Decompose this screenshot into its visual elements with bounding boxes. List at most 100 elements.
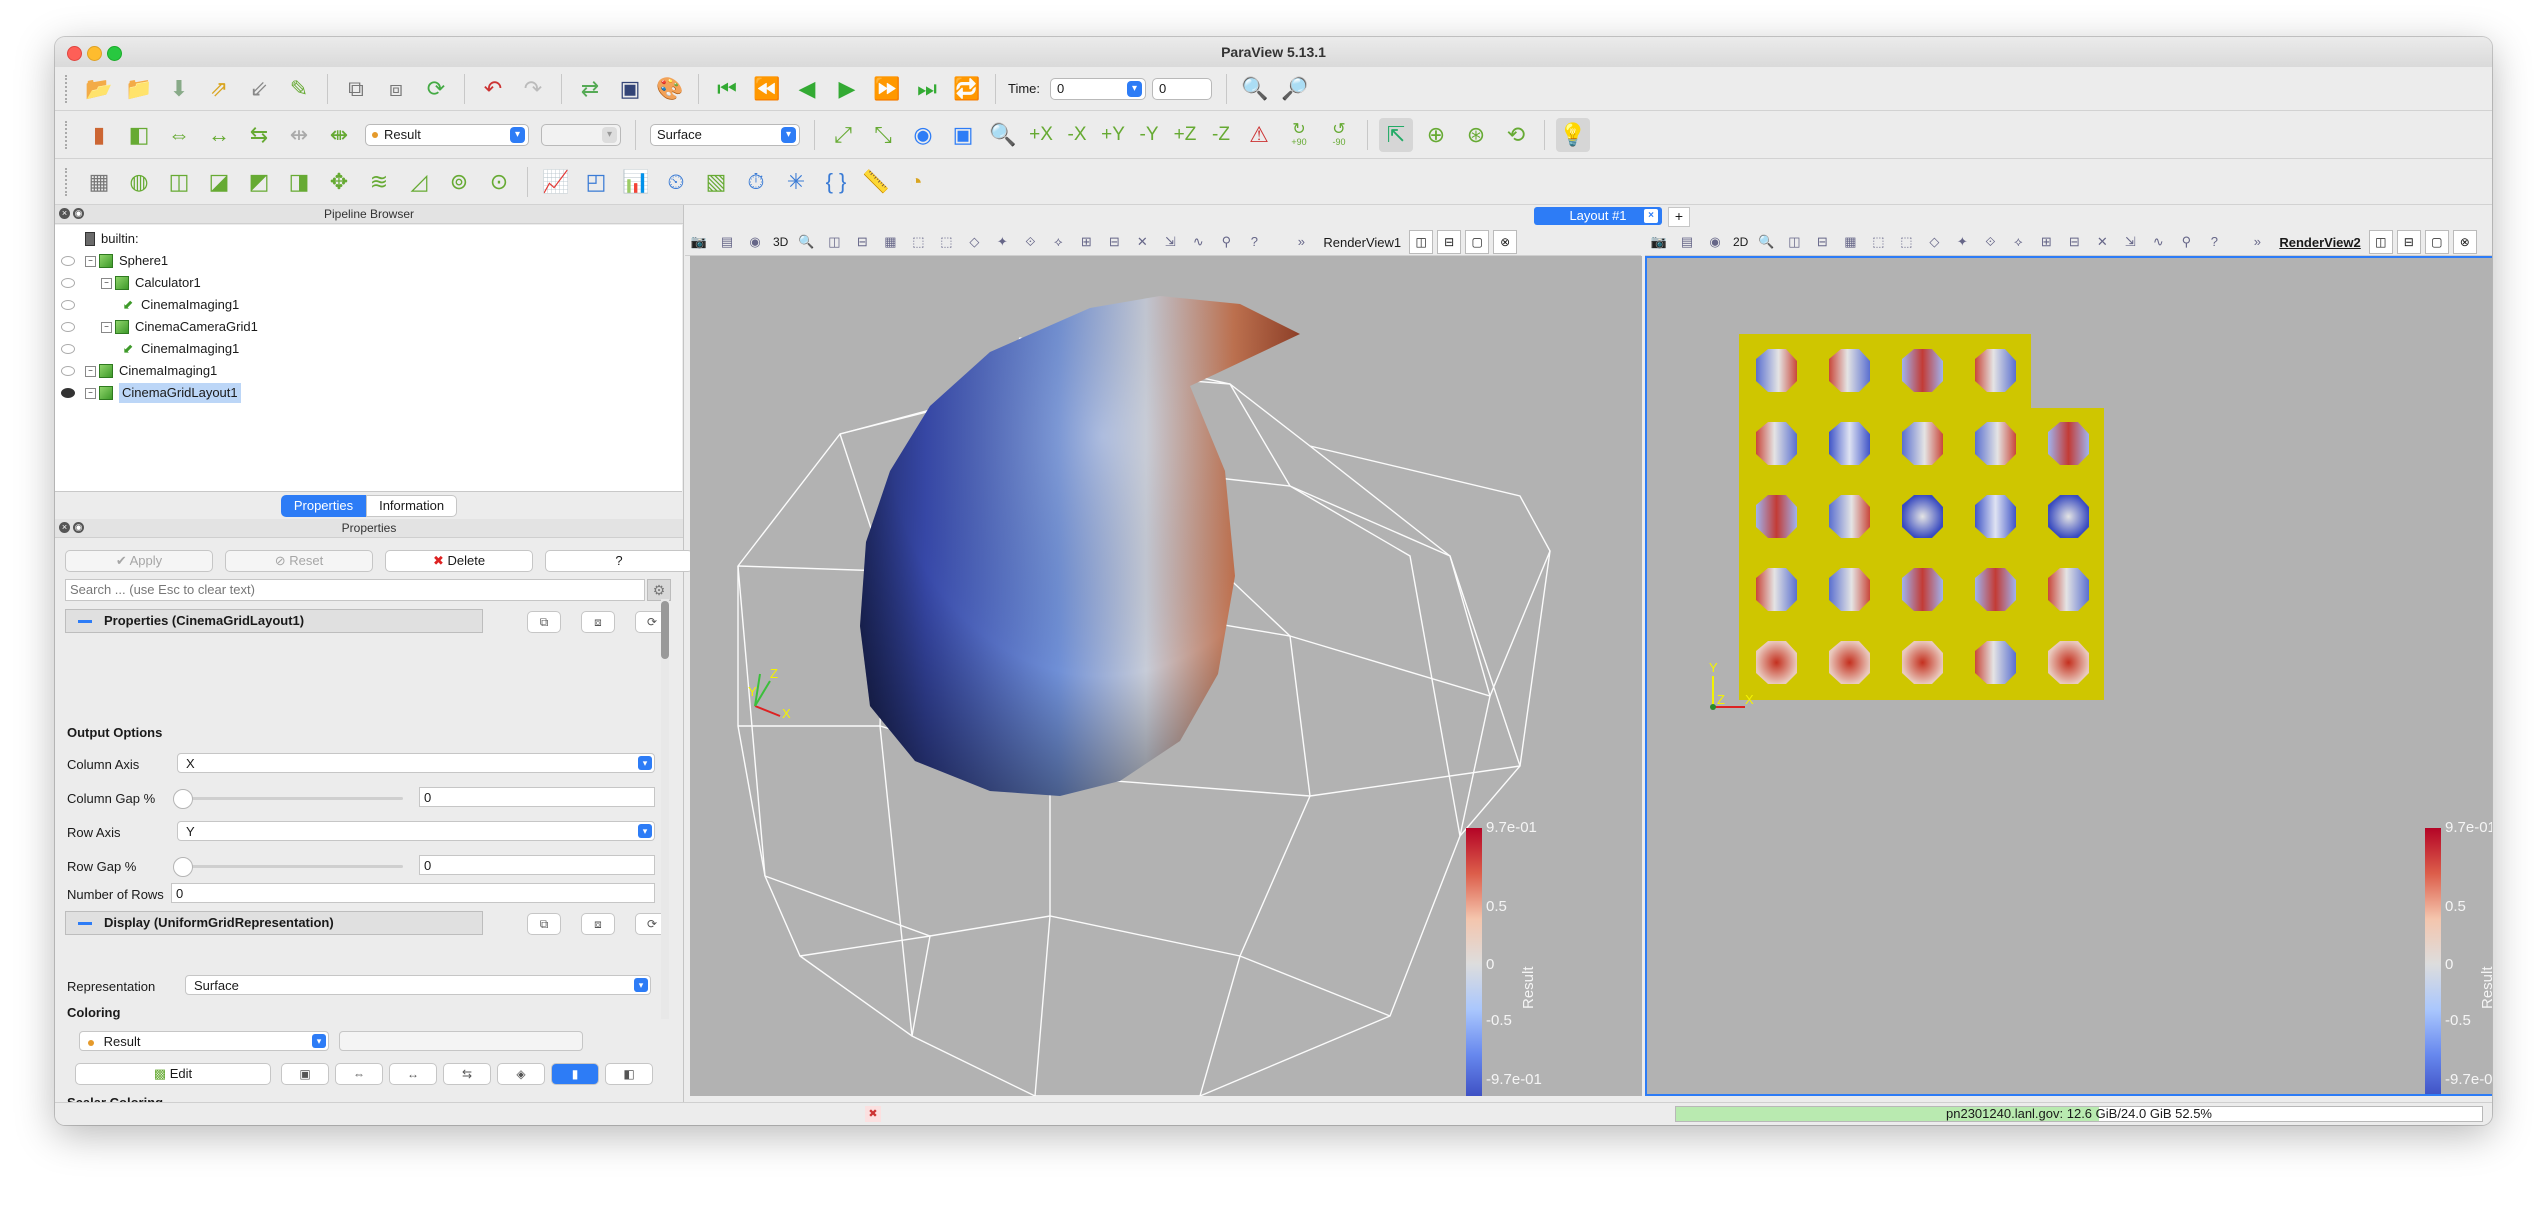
- eye-icon[interactable]: [61, 344, 75, 354]
- reset-session-icon[interactable]: ⟳: [419, 72, 453, 106]
- row-gap-slider-handle[interactable]: [173, 857, 193, 877]
- reset-button[interactable]: ⊘ Reset: [225, 550, 373, 572]
- output-messages-icon[interactable]: ✖: [865, 1106, 881, 1122]
- zoom-icon[interactable]: 🔍: [1757, 233, 1775, 251]
- rescale-data-icon[interactable]: ⇔: [335, 1063, 383, 1085]
- paste-display-icon[interactable]: ⧈: [581, 913, 615, 935]
- tab-information[interactable]: Information: [366, 495, 458, 517]
- previous-frame-icon[interactable]: ⏪: [750, 72, 784, 106]
- delete-button[interactable]: ✖ Delete: [385, 550, 533, 572]
- histogram-icon[interactable]: 📊: [619, 165, 653, 199]
- calculator-icon[interactable]: ▦: [82, 165, 116, 199]
- tab-properties[interactable]: Properties: [280, 495, 367, 517]
- time-index-spinbox[interactable]: 0: [1152, 77, 1213, 100]
- column-axis-combo[interactable]: X ▾: [177, 753, 655, 773]
- collapse-icon[interactable]: −: [85, 387, 96, 399]
- number-of-rows-input[interactable]: 0: [171, 883, 655, 903]
- glyph-icon[interactable]: ✥: [322, 165, 356, 199]
- hover-cells-icon[interactable]: ⟡: [2009, 233, 2027, 251]
- help-button[interactable]: ?: [545, 550, 693, 572]
- hover-points-icon[interactable]: ⟐: [1021, 233, 1039, 251]
- component-combo[interactable]: ▾: [541, 123, 621, 146]
- split-vertical-icon[interactable]: ⊟: [2396, 230, 2421, 254]
- eye-icon[interactable]: [61, 256, 75, 266]
- paste-props-icon[interactable]: ⧈: [581, 611, 615, 633]
- disconnect-icon[interactable]: ⇙: [242, 72, 276, 106]
- show-legend-icon[interactable]: ▮: [551, 1063, 599, 1085]
- column-gap-input[interactable]: 0: [419, 787, 655, 807]
- zoom-icon[interactable]: 🔍: [797, 233, 815, 251]
- shrink-selection-icon[interactable]: ⊟: [1105, 233, 1123, 251]
- apply-button[interactable]: ✔ Apply: [65, 550, 213, 572]
- find-data-icon[interactable]: ⚲: [2177, 233, 2195, 251]
- select-points-icon[interactable]: ⊟: [1813, 233, 1831, 251]
- split-horizontal-icon[interactable]: ◫: [1409, 230, 1434, 254]
- extract-selection-icon[interactable]: ⇲: [1161, 233, 1179, 251]
- tree-item-builtin[interactable]: builtin:: [85, 229, 139, 249]
- save-data-icon[interactable]: ⬇: [162, 72, 196, 106]
- color-by-combo[interactable]: Result ▾: [365, 123, 529, 146]
- clip-icon[interactable]: ◫: [162, 165, 196, 199]
- rotate-minus-90-icon[interactable]: ↺ -90: [1322, 118, 1356, 152]
- loop-icon[interactable]: 🔁: [950, 72, 984, 106]
- collapse-icon[interactable]: −: [85, 365, 96, 377]
- find-data-icon[interactable]: ⚲: [1217, 233, 1235, 251]
- annotate-icon[interactable]: { }: [819, 165, 853, 199]
- contour-icon[interactable]: ◍: [122, 165, 156, 199]
- group-datasets-icon[interactable]: ⊚: [442, 165, 476, 199]
- view-minus-z-icon[interactable]: -Z: [1206, 118, 1236, 152]
- grow-selection-icon[interactable]: ⊞: [2037, 233, 2055, 251]
- view-minus-y-icon[interactable]: -Y: [1134, 118, 1164, 152]
- view-mode-toggle[interactable]: 3D: [773, 235, 788, 249]
- hover-cells-icon[interactable]: ⟡: [1049, 233, 1067, 251]
- pick-center-icon[interactable]: ⊛: [1459, 118, 1493, 152]
- connect-icon[interactable]: ⇗: [202, 72, 236, 106]
- view-plus-y-icon[interactable]: +Y: [1098, 118, 1128, 152]
- save-state-icon[interactable]: ⧉: [339, 72, 373, 106]
- collapse-icon[interactable]: −: [85, 255, 96, 267]
- gear-icon[interactable]: ⚙: [647, 579, 671, 601]
- representation-prop-combo[interactable]: Surface ▾: [185, 975, 651, 995]
- split-horizontal-icon[interactable]: ◫: [2368, 230, 2393, 254]
- extract-selection-icon[interactable]: ⇲: [2121, 233, 2139, 251]
- tab-layout-1[interactable]: Layout #1 ×: [1534, 207, 1662, 225]
- show-center-icon[interactable]: ⇱: [1379, 117, 1413, 152]
- close-icon[interactable]: ×: [59, 522, 70, 533]
- reset-camera-closest-icon[interactable]: ⤡: [866, 118, 900, 152]
- ruler-icon[interactable]: 📏: [859, 165, 893, 199]
- toolbar-grip[interactable]: [65, 74, 71, 103]
- query-icon[interactable]: ?: [2205, 233, 2223, 251]
- light-kit-icon[interactable]: 💡: [1556, 117, 1590, 152]
- zoom-box-icon[interactable]: ▣: [946, 118, 980, 152]
- maximize-icon[interactable]: ▢: [1465, 230, 1490, 254]
- redo-icon[interactable]: ↷: [516, 72, 550, 106]
- coloring-combo[interactable]: Result ▾: [79, 1031, 329, 1051]
- properties-section-header[interactable]: Properties (CinemaGridLayout1): [65, 609, 483, 633]
- edit-color-map-icon[interactable]: ◧: [122, 118, 156, 152]
- tree-item-cinemagridlayout1[interactable]: − CinemaGridLayout1: [61, 383, 241, 403]
- eye-icon[interactable]: [61, 300, 75, 310]
- rescale-visible-icon[interactable]: ⇹: [282, 118, 316, 152]
- view-minus-x-icon[interactable]: -X: [1062, 118, 1092, 152]
- memory-inspector[interactable]: pn2301240.lanl.gov: 12.6 GiB/24.0 GiB 52…: [1675, 1106, 2483, 1122]
- column-gap-slider-handle[interactable]: [173, 789, 193, 809]
- column-gap-slider[interactable]: [181, 797, 403, 800]
- plot-selection-icon[interactable]: ◰: [579, 165, 613, 199]
- view-plus-x-icon[interactable]: +X: [1026, 118, 1056, 152]
- change-input-icon[interactable]: ⇄: [573, 72, 607, 106]
- extract-subset-icon[interactable]: ◨: [282, 165, 316, 199]
- clear-selection-icon[interactable]: ✕: [2093, 233, 2111, 251]
- row-gap-slider[interactable]: [181, 865, 403, 868]
- time-value-combo[interactable]: 0 ▾: [1050, 77, 1147, 100]
- interactive-select-icon[interactable]: ✦: [993, 233, 1011, 251]
- view2-name[interactable]: RenderView2: [2279, 235, 2360, 250]
- render-view-2[interactable]: Y Z X 9.7e-01 0.5 0 -0.5 -9.7e-01 Result: [1645, 256, 2492, 1096]
- open-icon[interactable]: 📂: [82, 72, 116, 106]
- camera-icon[interactable]: ◉: [746, 233, 764, 251]
- capture-icon[interactable]: ▤: [1678, 233, 1696, 251]
- plot-selection-icon[interactable]: ∿: [2149, 233, 2167, 251]
- close-icon[interactable]: ×: [1644, 209, 1658, 223]
- more-icon[interactable]: »: [1292, 233, 1310, 251]
- camera-link-icon[interactable]: ▣: [613, 72, 647, 106]
- split-vertical-icon[interactable]: ⊟: [1437, 230, 1462, 254]
